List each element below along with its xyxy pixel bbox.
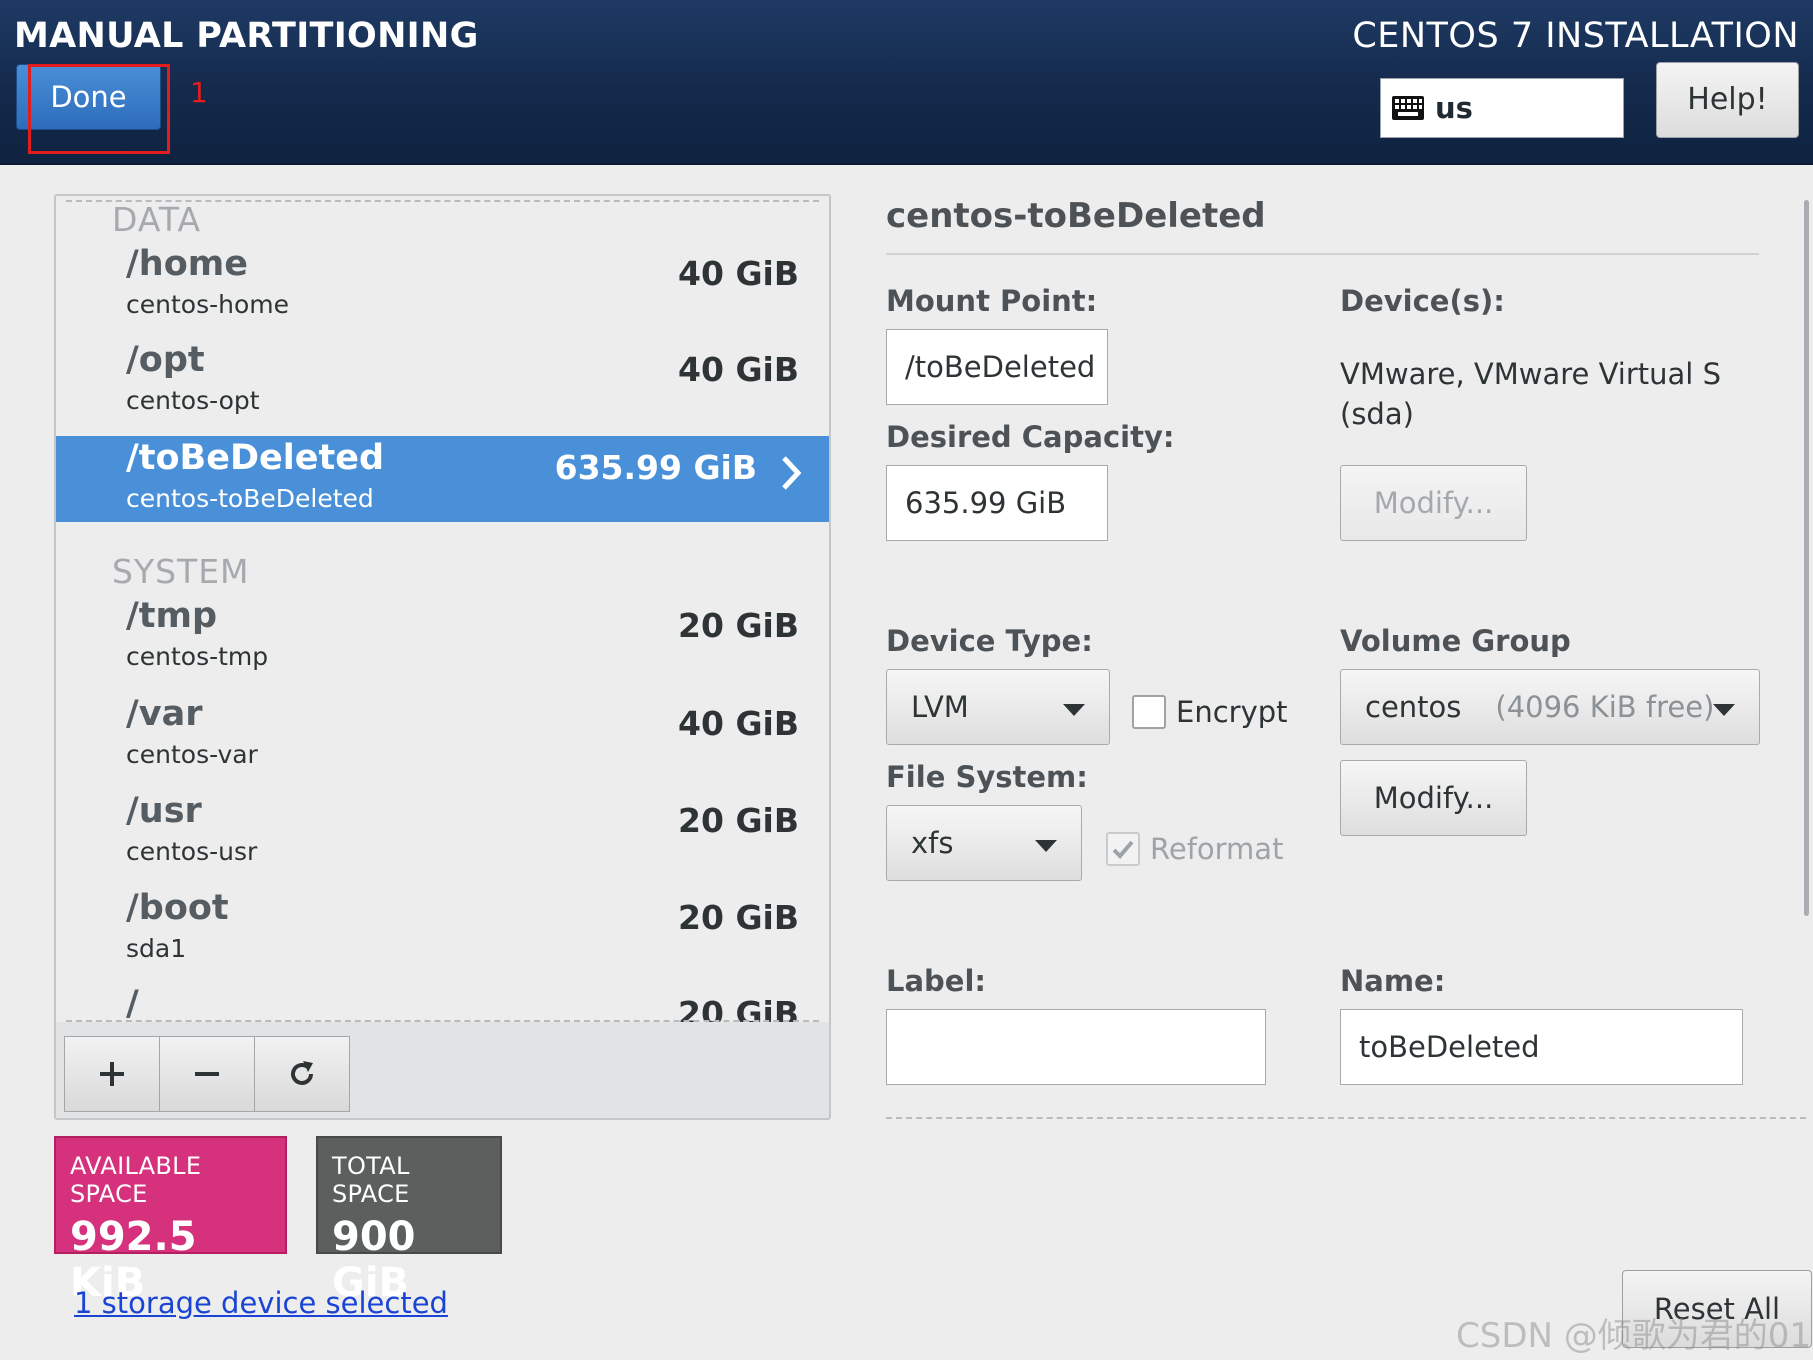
mount-item-boot[interactable]: /boot sda1 20 GiB xyxy=(56,886,829,972)
devices-value-line2: (sda) xyxy=(1340,397,1414,431)
mount-device: centos-usr xyxy=(126,837,258,866)
keyboard-layout-indicator[interactable]: us xyxy=(1380,78,1624,138)
total-space-card: TOTAL SPACE 900 GiB xyxy=(316,1136,502,1306)
mount-item-opt[interactable]: /opt centos-opt 40 GiB xyxy=(56,338,829,424)
volume-group-modify-button[interactable]: Modify... xyxy=(1340,760,1527,836)
mount-path: /toBeDeleted xyxy=(126,438,385,478)
device-type-dropdown[interactable]: LVM xyxy=(886,669,1110,745)
total-space-label: TOTAL SPACE xyxy=(332,1152,410,1208)
reformat-checkbox-row[interactable]: Reformat xyxy=(1106,832,1283,866)
mount-size: 40 GiB xyxy=(678,254,799,293)
annotation-highlight-box xyxy=(28,64,170,154)
encrypt-label: Encrypt xyxy=(1176,695,1288,729)
mount-size: 40 GiB xyxy=(678,350,799,389)
mount-path: /boot xyxy=(126,888,229,928)
annotation-number: 1 xyxy=(190,76,208,109)
mount-item-tobedeleted[interactable]: /toBeDeleted centos-toBeDeleted 635.99 G… xyxy=(56,436,829,522)
detail-title: centos-toBeDeleted xyxy=(886,196,1266,236)
label-field-label: Label: xyxy=(886,964,987,998)
remove-mount-point-button[interactable] xyxy=(159,1036,255,1112)
help-button[interactable]: Help! xyxy=(1656,62,1799,138)
encrypt-checkbox-row[interactable]: Encrypt xyxy=(1132,695,1288,729)
device-type-label: Device Type: xyxy=(886,624,1093,658)
detail-title-divider xyxy=(886,253,1759,255)
mount-size: 635.99 GiB xyxy=(554,448,757,487)
header-bar: MANUAL PARTITIONING CENTOS 7 INSTALLATIO… xyxy=(0,0,1813,165)
name-field-label: Name: xyxy=(1340,964,1446,998)
mount-point-list: DATA /home centos-home 40 GiB /opt cento… xyxy=(54,194,831,1120)
mount-path: /tmp xyxy=(126,596,218,636)
mount-size: 20 GiB xyxy=(678,898,799,937)
mount-device: centos-tmp xyxy=(126,642,269,671)
mount-point-input[interactable] xyxy=(886,329,1108,405)
volume-group-dropdown[interactable]: centos (4096 KiB free) xyxy=(1340,669,1760,745)
devices-value: VMware, VMware Virtual S (sda) xyxy=(1340,354,1721,434)
volume-group-free: (4096 KiB free) xyxy=(1495,690,1715,724)
checkmark-icon xyxy=(1112,840,1134,859)
mount-device: centos-home xyxy=(126,290,289,319)
mount-path: /usr xyxy=(126,791,202,831)
volume-group-label: Volume Group xyxy=(1340,624,1571,658)
mount-item-var[interactable]: /var centos-var 40 GiB xyxy=(56,692,829,778)
name-input[interactable] xyxy=(1340,1009,1743,1085)
product-title: CENTOS 7 INSTALLATION xyxy=(1352,16,1799,56)
devices-modify-button[interactable]: Modify... xyxy=(1340,465,1527,541)
devices-label: Device(s): xyxy=(1340,284,1505,318)
detail-scrollbar[interactable] xyxy=(1804,200,1809,916)
label-input[interactable] xyxy=(886,1009,1266,1085)
section-header-system: SYSTEM xyxy=(112,552,250,591)
section-header-data: DATA xyxy=(112,200,202,239)
mount-item-tmp[interactable]: /tmp centos-tmp 20 GiB xyxy=(56,594,829,680)
encrypt-checkbox[interactable] xyxy=(1132,695,1166,729)
reformat-label: Reformat xyxy=(1150,832,1284,866)
add-mount-point-button[interactable] xyxy=(64,1036,160,1112)
mount-point-label: Mount Point: xyxy=(886,284,1098,318)
device-type-value: LVM xyxy=(911,690,969,724)
available-space-label: AVAILABLE SPACE xyxy=(70,1152,202,1208)
desired-capacity-label: Desired Capacity: xyxy=(886,420,1175,454)
add-icon xyxy=(100,1062,124,1086)
list-toolbar xyxy=(56,1022,829,1118)
devices-value-line1: VMware, VMware Virtual S xyxy=(1340,357,1721,391)
storage-devices-link[interactable]: 1 storage device selected xyxy=(74,1286,448,1320)
dropdown-arrow-icon xyxy=(1035,840,1057,852)
mount-size: 20 GiB xyxy=(678,801,799,840)
mount-device: centos-var xyxy=(126,740,258,769)
mount-path: /var xyxy=(126,694,203,734)
available-space-card: AVAILABLE SPACE 992.5 KiB xyxy=(54,1136,287,1306)
mount-path: / xyxy=(126,984,139,1024)
file-system-dropdown[interactable]: xfs xyxy=(886,805,1082,881)
refresh-icon xyxy=(291,1061,313,1085)
keyboard-layout-label: us xyxy=(1435,91,1473,125)
mount-item-home[interactable]: /home centos-home 40 GiB xyxy=(56,242,829,328)
mount-path: /home xyxy=(126,244,248,284)
file-system-label: File System: xyxy=(886,760,1088,794)
remove-icon xyxy=(195,1072,219,1076)
mount-item-usr[interactable]: /usr centos-usr 20 GiB xyxy=(56,789,829,875)
mount-device: sda1 xyxy=(126,934,187,963)
mount-path: /opt xyxy=(126,340,205,380)
mount-device: centos-opt xyxy=(126,386,260,415)
detail-bottom-divider xyxy=(886,1117,1806,1119)
mount-size: 20 GiB xyxy=(678,606,799,645)
dropdown-arrow-icon xyxy=(1063,704,1085,716)
reformat-checkbox[interactable] xyxy=(1106,832,1140,866)
mount-size: 40 GiB xyxy=(678,704,799,743)
watermark-text: CSDN @倾歌为君的01 xyxy=(1456,1316,1812,1356)
desired-capacity-input[interactable] xyxy=(886,465,1108,541)
page-title: MANUAL PARTITIONING xyxy=(14,16,479,56)
volume-group-value: centos xyxy=(1365,690,1462,724)
chevron-right-icon xyxy=(782,456,802,490)
dropdown-arrow-icon xyxy=(1713,704,1735,716)
mount-device: centos-toBeDeleted xyxy=(126,484,374,513)
refresh-button[interactable] xyxy=(254,1036,350,1112)
file-system-value: xfs xyxy=(911,826,954,860)
keyboard-icon xyxy=(1392,96,1424,120)
